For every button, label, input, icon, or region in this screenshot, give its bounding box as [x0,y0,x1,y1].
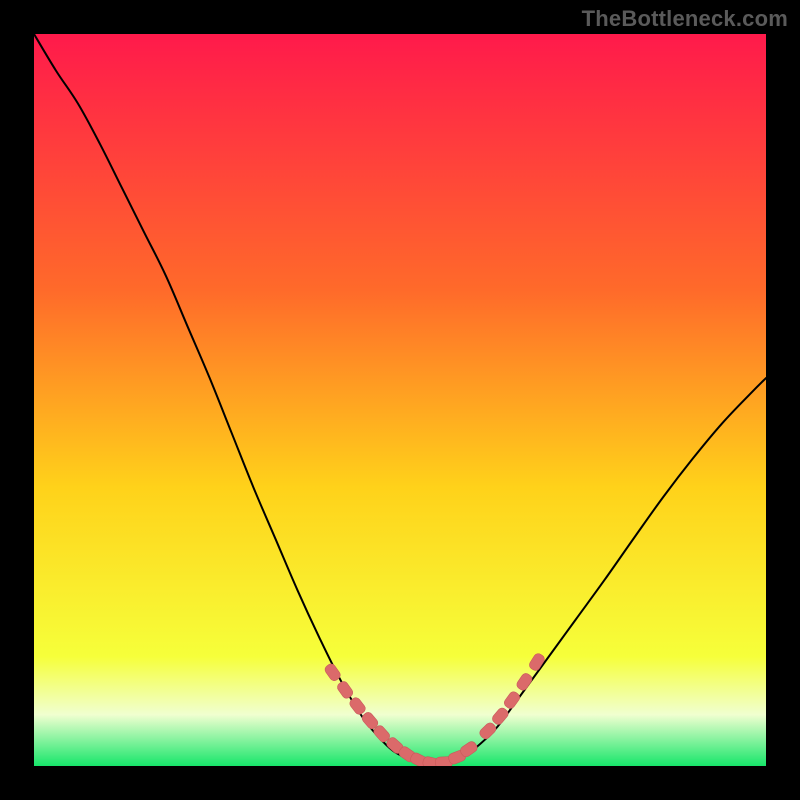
chart-svg [34,34,766,766]
chart-frame: TheBottleneck.com [0,0,800,800]
plot-area [34,34,766,766]
gradient-background [34,34,766,766]
watermark-text: TheBottleneck.com [582,6,788,32]
